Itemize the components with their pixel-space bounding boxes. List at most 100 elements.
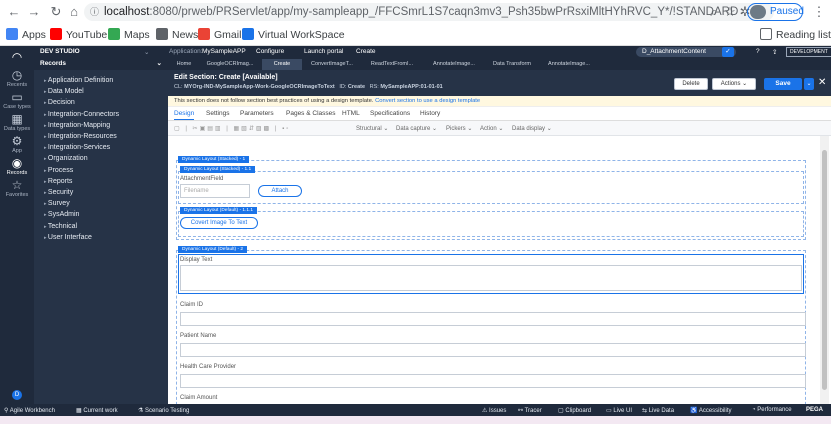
bookmark-star-icon[interactable]: ☆ (722, 4, 738, 20)
bookmark-virtual-workspace[interactable]: Virtual WorkSpace (242, 28, 345, 42)
explorer-item[interactable]: Integration-Resources (44, 133, 117, 140)
zoom-icon[interactable]: ⌕ (706, 4, 722, 20)
dynamic-layout-1-header[interactable]: Dynamic Layout (Stacked) - 1 (178, 156, 250, 163)
profile-button[interactable]: Paused (747, 3, 804, 21)
pega-logo[interactable]: ◠ (0, 50, 34, 64)
share-icon[interactable]: ⇪ (772, 48, 777, 56)
claim-id-field[interactable] (180, 312, 806, 326)
explorer-item[interactable]: Survey (44, 200, 70, 207)
explorer-item[interactable]: User Interface (44, 234, 92, 241)
dynamic-layout-1-1-header[interactable]: Dynamic Layout (Stacked) - 1.1 (180, 166, 256, 173)
configure-menu[interactable]: Configure (256, 48, 284, 55)
scenario-testing[interactable]: ⚗ Scenario Testing (138, 407, 189, 414)
explorer-item[interactable]: Organization (44, 155, 88, 162)
application-selector[interactable]: MySampleAPP (202, 48, 246, 55)
menu-icon[interactable]: ⋮ (811, 4, 827, 20)
dynamic-layout-1-1-1[interactable] (178, 211, 804, 237)
edit-tools-icons[interactable]: ▢ | ✂▣▤▥ | ▦▧⇵▨▩ | ▪▫ (174, 125, 290, 132)
explorer-item[interactable]: Process (44, 167, 73, 174)
explorer-item[interactable]: Data Model (44, 88, 84, 95)
action-menu[interactable]: Action ⌄ (480, 125, 503, 132)
save-dropdown-icon[interactable]: ⌄ (804, 78, 814, 90)
create-menu[interactable]: Create (356, 48, 376, 55)
rail-records[interactable]: ◉ Records (0, 156, 34, 176)
data-capture-menu[interactable]: Data capture ⌄ (396, 125, 437, 132)
search-icon[interactable]: ✓ (722, 47, 734, 57)
tab-annotateimage[interactable]: AnnotateImage... (424, 59, 484, 70)
save-button[interactable]: Save (764, 78, 802, 90)
tab-history[interactable]: History (420, 110, 440, 117)
rail-app[interactable]: ⚙ App (0, 134, 34, 154)
live-ui[interactable]: ▭ Live UI (606, 407, 632, 414)
actions-button[interactable]: Actions ⌄ (712, 78, 756, 90)
tab-pages-classes[interactable]: Pages & Classes (286, 110, 336, 117)
bookmark-apps[interactable]: Apps (6, 28, 46, 42)
explorer-item[interactable]: Application Definition (44, 77, 113, 84)
explorer-item[interactable]: Integration-Services (44, 144, 110, 151)
explorer-item[interactable]: Reports (44, 178, 73, 185)
attach-button[interactable]: Attach (258, 185, 302, 197)
accessibility[interactable]: ♿ Accessibility (690, 407, 732, 414)
clipboard[interactable]: ▢ Clipboard (558, 407, 591, 414)
tab-parameters[interactable]: Parameters (240, 110, 274, 117)
address-bar[interactable]: ⓘ localhost:8080/prweb/PRServlet/app/my-s… (84, 3, 774, 21)
explorer-item[interactable]: Decision (44, 99, 75, 106)
tab-convertimage[interactable]: ConvertImageT... (304, 59, 360, 70)
dynamic-layout-2-header[interactable]: Dynamic Layout (Default) - 2 (178, 246, 248, 253)
current-work[interactable]: ▦ Current work (76, 407, 118, 414)
close-icon[interactable]: ✕ (818, 77, 826, 88)
pickers-menu[interactable]: Pickers ⌄ (446, 125, 472, 132)
agile-workbench[interactable]: ⚲ Agile Workbench (4, 407, 55, 414)
structural-menu[interactable]: Structural ⌄ (356, 125, 388, 132)
help-icon[interactable]: ? (756, 48, 760, 55)
patient-name-field[interactable] (180, 343, 806, 357)
convert-image-button[interactable]: Covert Image To Text (180, 217, 258, 229)
back-icon[interactable]: ← (6, 4, 22, 20)
rail-case-types[interactable]: ▭ Case types (0, 90, 34, 110)
tab-specifications[interactable]: Specifications (370, 110, 410, 117)
display-text-area[interactable] (180, 265, 802, 291)
explorer-item[interactable]: SysAdmin (44, 211, 80, 218)
bookmark-youtube[interactable]: YouTube (50, 28, 107, 42)
tab-annotateimage-2[interactable]: AnnotateImage... (540, 59, 598, 70)
tab-readtext[interactable]: ReadTextFromI... (362, 59, 422, 70)
rail-data-types[interactable]: ▦ Data types (0, 112, 34, 132)
studio-name[interactable]: DEV STUDIO (40, 48, 80, 55)
explorer-item[interactable]: Security (44, 189, 73, 196)
tab-create[interactable]: Create (262, 59, 302, 70)
tab-design[interactable]: Design (174, 110, 195, 120)
home-icon[interactable]: ⌂ (66, 4, 82, 20)
tab-home[interactable]: Home (170, 59, 198, 70)
tracer[interactable]: ⚯ Tracer (518, 407, 542, 414)
tab-googleocr[interactable]: GoogleOCRImag... (200, 59, 260, 70)
explorer-item[interactable]: Integration-Mapping (44, 122, 110, 129)
chevron-down-icon[interactable]: ⌄ (144, 48, 149, 56)
operator-avatar[interactable]: D (0, 390, 34, 400)
reload-icon[interactable]: ↻ (48, 4, 64, 20)
info-icon[interactable]: ⓘ (90, 3, 99, 21)
delete-button[interactable]: Delete (674, 78, 708, 90)
forward-icon[interactable]: → (26, 4, 42, 20)
bookmark-maps[interactable]: Maps (108, 28, 150, 42)
collapse-icon[interactable]: ⌄ (157, 58, 162, 70)
performance[interactable]: ◔ Performance (752, 407, 792, 413)
convert-template-link[interactable]: Convert section to use a design template (375, 98, 480, 104)
bookmark-news[interactable]: News (156, 28, 198, 42)
tab-data-transform[interactable]: Data Transform (486, 59, 538, 70)
issues[interactable]: ⚠ Issues (482, 407, 506, 414)
explorer-item[interactable]: Integration-Connectors (44, 111, 119, 118)
provider-field[interactable] (180, 374, 806, 388)
reading-list[interactable]: Reading list (760, 28, 831, 42)
rail-recents[interactable]: ◷ Recents (0, 68, 34, 88)
launch-portal-menu[interactable]: Launch portal (304, 48, 343, 55)
bookmark-gmail[interactable]: Gmail (198, 28, 241, 42)
tab-html[interactable]: HTML (342, 110, 360, 117)
search-input[interactable]: D_AttachmentContent (636, 47, 736, 57)
live-data[interactable]: ⇆ Live Data (642, 407, 674, 414)
data-display-menu[interactable]: Data display ⌄ (512, 125, 552, 132)
scrollbar-thumb[interactable] (822, 150, 827, 390)
tab-settings[interactable]: Settings (206, 110, 230, 117)
explorer-item[interactable]: Technical (44, 223, 77, 230)
dynamic-layout-1-1-1-header[interactable]: Dynamic Layout (Default) - 1.1.1 (180, 207, 258, 214)
rail-favorites[interactable]: ☆ Favorites (0, 178, 34, 198)
